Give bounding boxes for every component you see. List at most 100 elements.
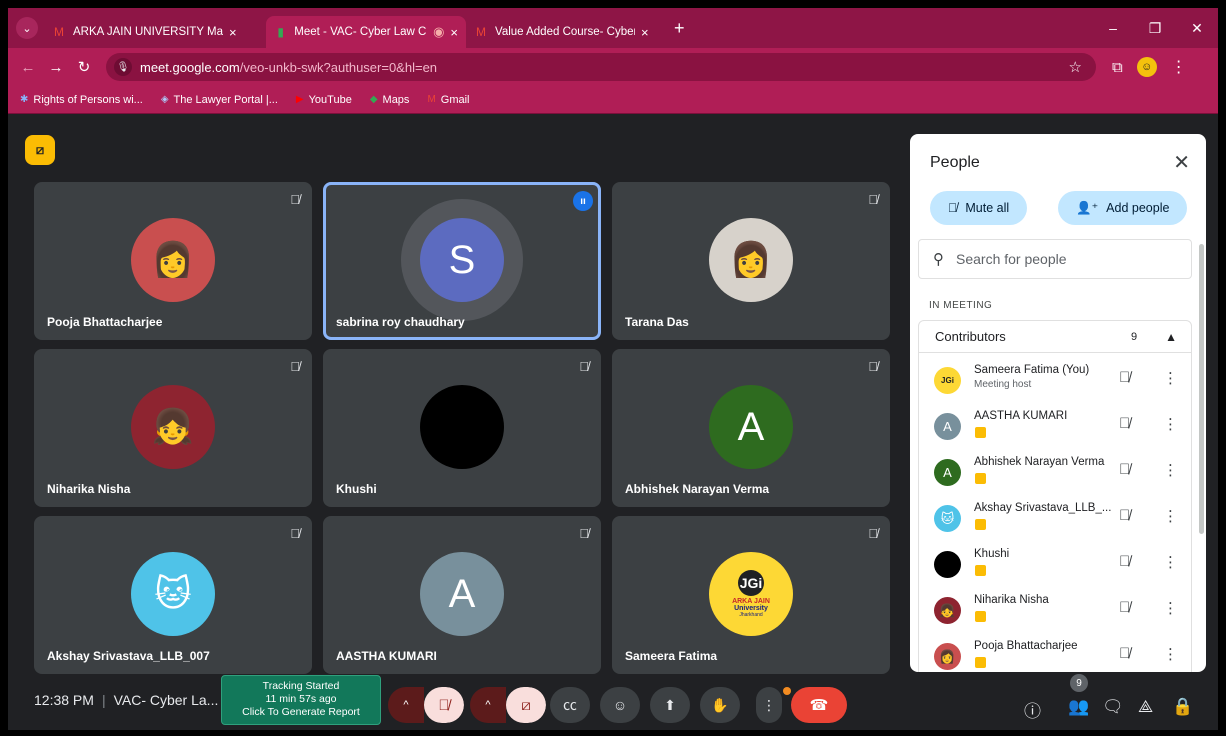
minimize-icon[interactable]: – [1092, 20, 1134, 36]
mic-off-icon: 🎙̸ [868, 526, 878, 541]
participant-tile[interactable]: 🎙̸ A Abhishek Narayan Verma [612, 349, 890, 507]
host-controls-icon[interactable]: 🔒 [1172, 697, 1193, 717]
person-name: AASTHA KUMARI [974, 410, 1068, 422]
raise-hand-button[interactable]: ✋ [700, 687, 740, 723]
mic-off-icon[interactable]: 🎙̸ [1119, 553, 1130, 570]
search-input[interactable]: ⚲ Search for people [918, 239, 1192, 279]
tracker-status: Tracking Started [262, 680, 340, 692]
tab-search-icon[interactable]: ⌄ [16, 17, 38, 39]
participant-tile[interactable]: 🎙̸ 🐱 Akshay Srivastava_LLB_007 [34, 516, 312, 674]
camera-off-badge[interactable]: ⧄ [25, 135, 55, 165]
more-options-icon[interactable]: ⋮ [1163, 553, 1178, 571]
avatar: A [934, 459, 961, 486]
section-heading: IN MEETING [929, 300, 993, 311]
profile-avatar[interactable]: ☺ [1136, 57, 1157, 77]
close-icon[interactable]: × [641, 25, 649, 40]
more-options-icon[interactable]: ⋮ [1163, 415, 1178, 433]
close-icon[interactable]: ✕ [1173, 150, 1190, 175]
participant-tile[interactable]: 🎙̸ JGi ARKA JAIN University Jharkhand Sa… [612, 516, 890, 674]
bookmark-item[interactable]: ▶ YouTube [296, 94, 352, 106]
bookmark-item[interactable]: ◈ The Lawyer Portal |... [161, 94, 278, 106]
panel-title: People [930, 154, 980, 171]
panel-scrollbar[interactable] [1199, 244, 1204, 534]
forward-icon[interactable]: → [42, 59, 70, 76]
tracking-report-button[interactable]: Tracking Started 11 min 57s ago Click To… [221, 675, 381, 725]
list-item[interactable]: Khushi 🎙̸ ⋮ [919, 539, 1191, 585]
close-icon[interactable]: × [450, 25, 458, 40]
participant-tile[interactable]: ıı S sabrina roy chaudhary [323, 182, 601, 340]
camera-off-icon [975, 565, 986, 576]
site-info-icon[interactable]: 🎙 [114, 58, 132, 76]
list-item[interactable]: 👧 Niharika Nisha 🎙̸ ⋮ [919, 585, 1191, 631]
captions-button[interactable]: ㏄ [550, 687, 590, 723]
activities-icon[interactable]: ⟁ [1138, 697, 1153, 717]
more-options-icon[interactable]: ⋮ [1163, 599, 1178, 617]
back-icon[interactable]: ← [14, 59, 42, 76]
mic-off-icon[interactable]: 🎙̸ [1119, 599, 1130, 616]
restore-icon[interactable]: ❐ [1134, 20, 1176, 37]
extensions-icon[interactable]: ⧉ [1112, 59, 1123, 76]
list-item[interactable]: 🐱 Akshay Srivastava_LLB_... 🎙̸ ⋮ [919, 493, 1191, 539]
mic-off-icon[interactable]: 🎙̸ [1119, 369, 1130, 386]
bookmark-item[interactable]: M Gmail [427, 94, 469, 106]
browser-menu-icon[interactable]: ⋮ [1171, 57, 1187, 77]
tab-course[interactable]: M Value Added Course- Cyber La × [466, 16, 666, 48]
mic-off-icon[interactable]: 🎙̸ [1119, 415, 1130, 432]
more-options-icon[interactable]: ⋮ [1163, 461, 1178, 479]
bookmark-star-icon[interactable]: ☆ [1069, 58, 1082, 76]
meeting-info: 12:38 PM | VAC- Cyber La... [34, 692, 218, 708]
participant-tile[interactable]: 🎙̸ 👩 Pooja Bhattacharjee [34, 182, 312, 340]
list-item[interactable]: A AASTHA KUMARI 🎙̸ ⋮ [919, 401, 1191, 447]
participant-tile[interactable]: 🎙̸ 👧 Niharika Nisha [34, 349, 312, 507]
more-options-button[interactable]: ⋮ [756, 687, 782, 723]
mic-off-button[interactable]: 🎙̸ [424, 687, 464, 723]
address-bar[interactable]: 🎙 meet.google.com /veo-unkb-swk?authuser… [106, 53, 1096, 81]
participant-name: Khushi [336, 482, 377, 496]
list-item[interactable]: 👩 Pooja Bhattacharjee 🎙̸ ⋮ [919, 631, 1191, 672]
bookmark-item[interactable]: ◆ Maps [370, 94, 410, 106]
mic-off-icon[interactable]: 🎙̸ [1119, 507, 1130, 524]
browser-toolbar: ← → ↻ 🎙 meet.google.com /veo-unkb-swk?au… [8, 48, 1218, 86]
participant-tile[interactable]: 🎙̸ A AASTHA KUMARI [323, 516, 601, 674]
tracker-elapsed: 11 min 57s ago [265, 693, 337, 705]
list-item[interactable]: A Abhishek Narayan Verma 🎙̸ ⋮ [919, 447, 1191, 493]
chevron-up-icon[interactable]: ▲ [1165, 330, 1177, 344]
add-people-label: Add people [1106, 201, 1170, 215]
avatar-letter: A [737, 404, 765, 449]
mic-off-icon[interactable]: 🎙̸ [1119, 645, 1130, 662]
list-item[interactable]: JGi Sameera Fatima (You) Meeting host 🎙̸… [919, 355, 1191, 401]
participant-tile[interactable]: 🎙̸ Khushi [323, 349, 601, 507]
chevron-up-icon[interactable]: ^ [470, 687, 506, 723]
bookmark-item[interactable]: ✱ Rights of Persons wi... [20, 94, 143, 106]
camera-off-button[interactable]: ⧄ [506, 687, 546, 723]
new-tab-icon[interactable]: + [674, 18, 685, 39]
emoji-button[interactable]: ☺ [600, 687, 640, 723]
more-options-icon[interactable]: ⋮ [1163, 369, 1178, 387]
close-window-icon[interactable]: ✕ [1176, 20, 1218, 37]
avatar: S [420, 218, 504, 302]
contributors-header[interactable]: Contributors 9 ▲ [919, 321, 1191, 353]
info-icon[interactable]: ⓘ [1024, 697, 1041, 722]
participant-name: Niharika Nisha [47, 482, 131, 496]
camera-off-icon [975, 473, 986, 484]
tab-mail[interactable]: M ARKA JAIN UNIVERSITY Mail × [44, 16, 266, 48]
participant-name: AASTHA KUMARI [336, 649, 437, 663]
leave-call-button[interactable]: ☎ [791, 687, 847, 723]
participant-tile[interactable]: 🎙̸ 👩 Tarana Das [612, 182, 890, 340]
participant-name: sabrina roy chaudhary [336, 315, 465, 329]
mic-off-icon: 🎙̸ [948, 201, 958, 215]
close-icon[interactable]: × [229, 25, 237, 40]
people-icon[interactable]: 👥 [1068, 697, 1089, 717]
mute-all-button[interactable]: 🎙̸ Mute all [930, 191, 1028, 225]
mic-off-icon: 🎙̸ [868, 192, 878, 207]
mic-off-icon[interactable]: 🎙̸ [1119, 461, 1130, 478]
camera-off-icon [975, 427, 986, 438]
chevron-up-icon[interactable]: ^ [388, 687, 424, 723]
more-options-icon[interactable]: ⋮ [1163, 507, 1178, 525]
present-button[interactable]: ⬆ [650, 687, 690, 723]
tab-meet[interactable]: ▮ Meet - VAC- Cyber Law Cla: ◉ × [266, 16, 466, 48]
chat-icon[interactable]: 🗨 [1102, 697, 1124, 717]
add-people-button[interactable]: 👤⁺ Add people [1058, 191, 1188, 225]
more-options-icon[interactable]: ⋮ [1163, 645, 1178, 663]
reload-icon[interactable]: ↻ [70, 58, 98, 76]
